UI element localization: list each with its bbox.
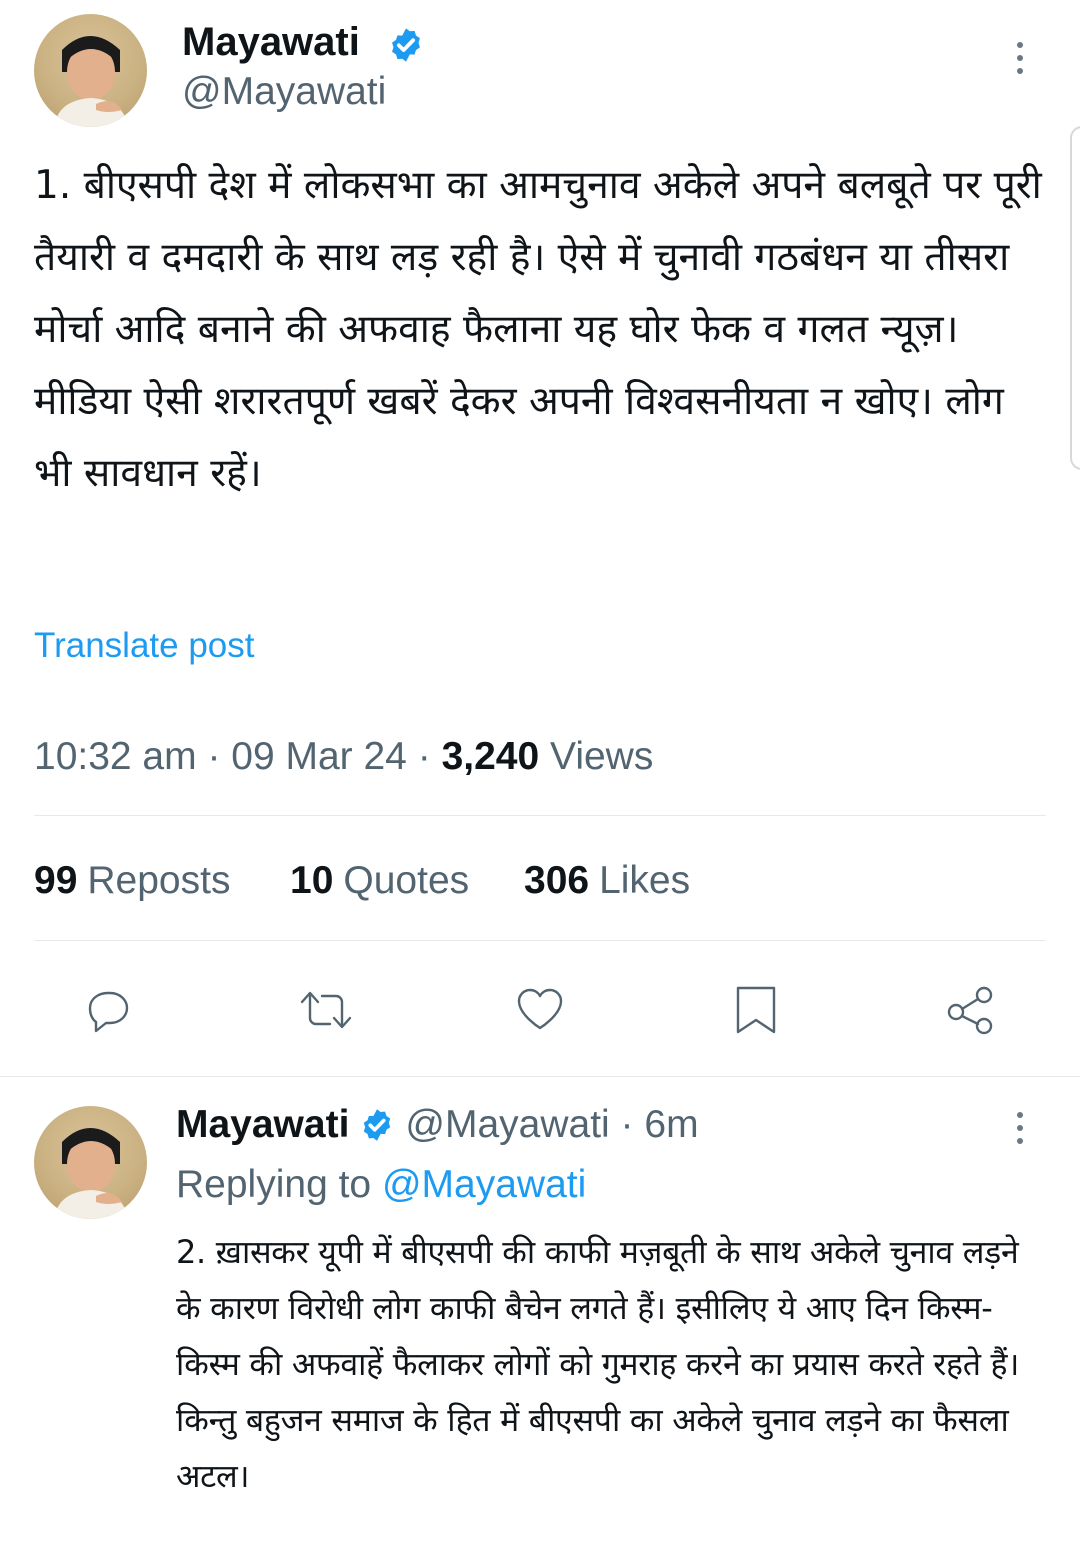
reply-avatar[interactable] [34, 1106, 147, 1219]
post-time[interactable]: 10:32 am [34, 735, 197, 778]
separator-dot: · [609, 1103, 645, 1146]
likes-label: Likes [599, 859, 691, 902]
views-count: 3,240 [441, 735, 540, 778]
author-name[interactable]: Mayawati [182, 18, 360, 66]
quotes-label: Quotes [343, 859, 470, 902]
avatar-portrait [54, 1128, 128, 1219]
quotes-count: 10 [290, 859, 334, 902]
reply-icon[interactable] [80, 984, 136, 1036]
views-label: Views [550, 735, 654, 778]
retweet-icon[interactable] [296, 984, 356, 1036]
more-icon[interactable] [1017, 42, 1023, 74]
reposts-stat[interactable]: 99 Reposts [34, 856, 230, 906]
verified-badge-icon [392, 28, 420, 62]
reposts-label: Reposts [87, 859, 231, 902]
post-date[interactable]: 09 Mar 24 [231, 735, 407, 778]
likes-count: 306 [524, 859, 590, 902]
replying-to: Replying to @Mayawati [176, 1160, 586, 1210]
reply-text: 2. ख़ासकर यूपी में बीएसपी की काफी मज़बूत… [176, 1233, 1020, 1495]
reply-author-name[interactable]: Mayawati [176, 1100, 349, 1150]
avatar-portrait [54, 36, 128, 127]
divider [34, 940, 1046, 941]
post-text: 1. बीएसपी देश में लोकसभा का आमचुनाव अकेल… [34, 163, 1042, 496]
avatar[interactable] [34, 14, 147, 127]
replying-prefix: Replying to [176, 1163, 372, 1206]
author-handle[interactable]: @Mayawati [182, 68, 386, 116]
divider [34, 815, 1046, 816]
separator-dot: · [207, 735, 232, 778]
reposts-count: 99 [34, 859, 78, 902]
like-icon[interactable] [512, 984, 568, 1036]
likes-stat[interactable]: 306 Likes [524, 856, 690, 906]
reply-age[interactable]: 6m [644, 1100, 698, 1150]
reply-header: Mayawati @Mayawati · 6m [176, 1100, 699, 1150]
verified-badge-icon [364, 1109, 391, 1141]
replying-handle-link[interactable]: @Mayawati [382, 1163, 586, 1206]
post-metadata: 10:32 am · 09 Mar 24 · 3,240 Views [34, 732, 653, 782]
bookmark-icon[interactable] [728, 982, 784, 1038]
reply-author-handle[interactable]: @Mayawati [405, 1100, 609, 1150]
more-icon[interactable] [1017, 1112, 1023, 1144]
separator-dot: · [417, 735, 442, 778]
translate-post-link[interactable]: Translate post [34, 624, 254, 668]
scrollbar[interactable] [1070, 126, 1080, 470]
share-icon[interactable] [942, 982, 998, 1038]
quotes-stat[interactable]: 10 Quotes [290, 856, 469, 906]
divider [0, 1076, 1080, 1077]
